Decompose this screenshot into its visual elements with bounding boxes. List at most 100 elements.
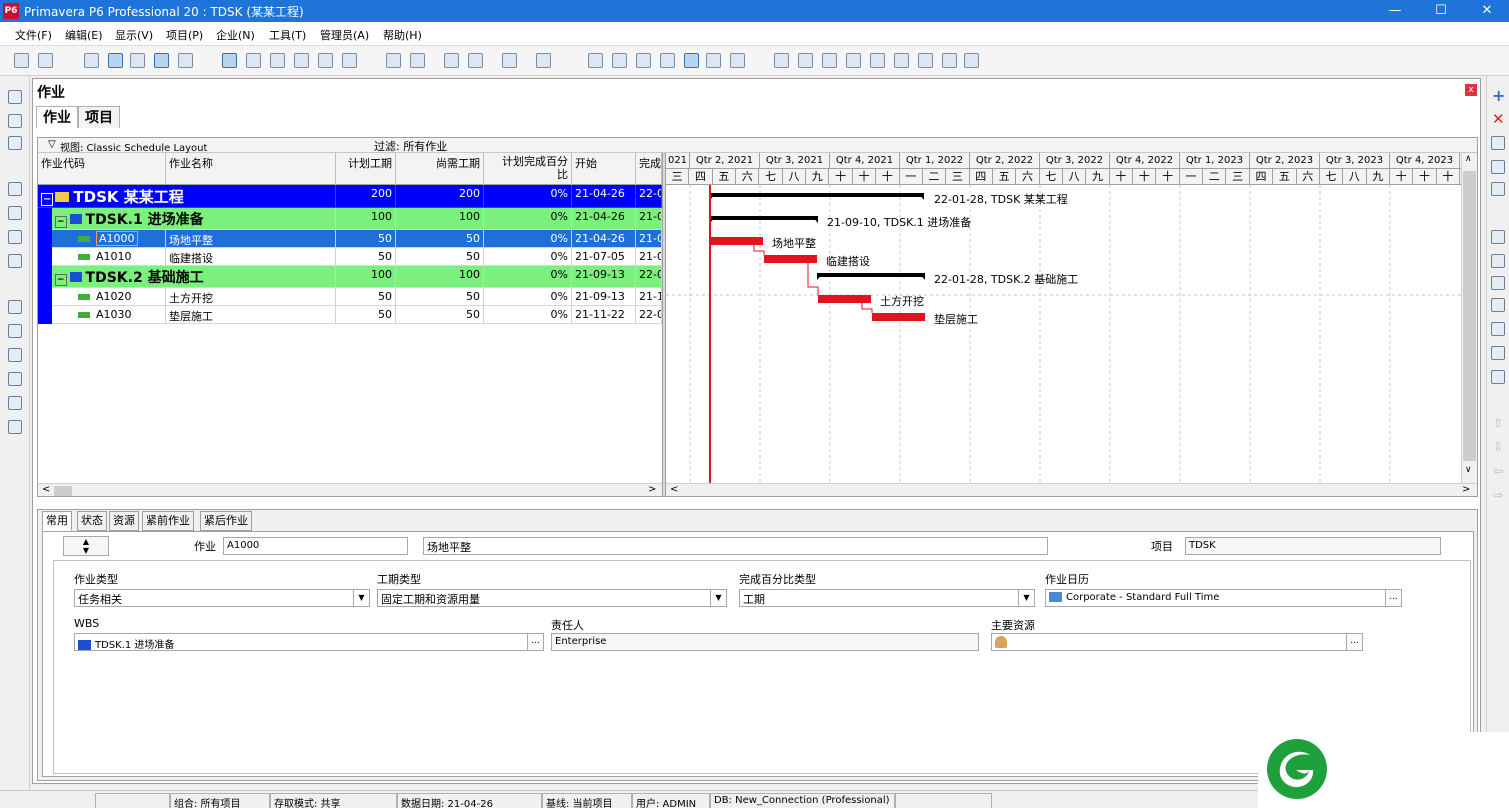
close-button[interactable]: ✕ <box>1464 0 1509 22</box>
calendar-icon[interactable] <box>8 396 22 410</box>
table-row-a1030[interactable]: A1030 垫层施工 50 50 0% 21-11-22 22-01 <box>38 306 662 324</box>
tab-projects[interactable]: 项目 <box>78 106 120 128</box>
assign-predecessor-icon[interactable] <box>1491 298 1505 312</box>
users-icon[interactable] <box>8 348 22 362</box>
col-planned-percent[interactable]: 计划完成百分比 <box>484 153 572 185</box>
eps-icon[interactable] <box>8 114 22 128</box>
help-icon[interactable] <box>964 53 979 68</box>
duration-type-select[interactable]: 固定工期和资源用量 ▼ <box>377 589 727 607</box>
maximize-button[interactable]: ☐ <box>1418 0 1464 22</box>
gantt-summary-wbs1[interactable] <box>710 216 818 223</box>
print-preview-icon[interactable] <box>38 53 53 68</box>
detail-tab-successors[interactable]: 紧后作业 <box>200 511 252 531</box>
tree-icon[interactable] <box>178 53 193 68</box>
col-planned-duration[interactable]: 计划工期 <box>336 153 396 185</box>
scroll-left-icon[interactable]: < <box>670 484 678 495</box>
col-activity-name[interactable]: 作业名称 <box>166 153 336 185</box>
scroll-down-icon[interactable]: ∨ <box>1465 465 1472 475</box>
assign-icon[interactable] <box>636 53 651 68</box>
resources-icon[interactable] <box>8 206 22 220</box>
expand-icon[interactable] <box>846 53 861 68</box>
menu-help[interactable]: 帮助(H) <box>383 27 422 43</box>
gantt-chart-icon[interactable] <box>108 53 123 68</box>
zoom-in-icon[interactable] <box>774 53 789 68</box>
assign-code-icon[interactable] <box>1491 276 1505 290</box>
gantt-chart[interactable]: 021 Qtr 2, 2021 Qtr 3, 2021 Qtr 4, 2021 Qtr … <box>666 153 1461 483</box>
bars-icon[interactable] <box>444 53 459 68</box>
collapse-toggle-icon[interactable]: − <box>55 274 67 286</box>
scroll-right-icon[interactable]: > <box>648 484 656 495</box>
issues-icon[interactable] <box>8 254 22 268</box>
view-chevron-icon[interactable]: ▽ <box>48 139 56 150</box>
split-view-icon[interactable] <box>894 53 909 68</box>
collapse-toggle-icon[interactable]: − <box>55 216 67 228</box>
ellipsis-button[interactable]: ... <box>527 634 543 650</box>
table-row-wbs1[interactable]: − TDSK.1 进场准备 100 100 0% 21-04-26 21-09 <box>38 208 662 230</box>
ellipsis-button[interactable]: ... <box>1346 634 1362 650</box>
col-activity-code[interactable]: 作业代码 <box>38 153 166 185</box>
panel-close-icon[interactable]: x <box>1465 84 1477 96</box>
level-resources-icon[interactable] <box>612 53 627 68</box>
activity-details-icon[interactable] <box>222 53 237 68</box>
move-down-icon[interactable]: ⇩ <box>1493 440 1503 454</box>
store-period-icon[interactable] <box>706 53 721 68</box>
dropdown-arrow-icon[interactable]: ▼ <box>353 590 369 606</box>
percent-type-select[interactable]: 工期 ▼ <box>739 589 1035 607</box>
redo-icon[interactable] <box>342 53 357 68</box>
table-row-wbs2[interactable]: − TDSK.2 基础施工 100 100 0% 21-09-13 22-01 <box>38 266 662 288</box>
menu-admin[interactable]: 管理员(A) <box>320 27 369 43</box>
col-remaining-duration[interactable]: 尚需工期 <box>396 153 484 185</box>
table-icon[interactable] <box>84 53 99 68</box>
calendar-input[interactable]: Corporate - Standard Full Time... <box>1045 589 1402 607</box>
projects-icon[interactable] <box>8 90 22 104</box>
scroll-thumb[interactable] <box>1463 171 1476 461</box>
detail-tab-predecessors[interactable]: 紧前作业 <box>142 511 194 531</box>
scroll-right-icon[interactable]: > <box>1462 484 1470 495</box>
gantt-summary-wbs2[interactable] <box>817 273 925 280</box>
gantt-summary-project[interactable] <box>710 193 924 200</box>
filter-icon[interactable] <box>468 53 483 68</box>
project-input[interactable]: TDSK <box>1185 537 1441 555</box>
delete-icon[interactable]: ✕ <box>1492 110 1505 128</box>
dropdown-arrow-icon[interactable]: ▼ <box>710 590 726 606</box>
menu-view[interactable]: 显示(V) <box>115 27 153 43</box>
print-icon[interactable] <box>14 53 29 68</box>
wbs-icon[interactable] <box>8 182 22 196</box>
move-right-icon[interactable]: ⇨ <box>1493 488 1503 502</box>
reports-icon[interactable] <box>8 230 22 244</box>
copy-icon[interactable] <box>1491 160 1505 174</box>
prev-next-stepper[interactable]: ▲ ▼ <box>63 536 109 556</box>
menu-tools[interactable]: 工具(T) <box>269 27 306 43</box>
schedule-icon[interactable] <box>588 53 603 68</box>
ellipsis-button[interactable]: ... <box>1385 590 1401 606</box>
filter-label[interactable]: 过滤: 所有作业 <box>374 138 447 154</box>
assignments-icon[interactable] <box>8 324 22 338</box>
resource-usage-icon[interactable] <box>246 53 261 68</box>
activity-name-input[interactable]: 场地平整 <box>423 537 1048 555</box>
comment-icon[interactable] <box>918 53 933 68</box>
trace-logic-icon[interactable] <box>294 53 309 68</box>
tab-activities[interactable]: 作业 <box>36 106 78 128</box>
tracking-icon[interactable] <box>8 136 22 150</box>
group-sort-icon[interactable] <box>386 53 401 68</box>
collapse-icon[interactable] <box>870 53 885 68</box>
view-label[interactable]: 视图: Classic Schedule Layout <box>60 139 207 154</box>
dropdown-arrow-icon[interactable]: ▼ <box>1018 590 1034 606</box>
paste-icon[interactable] <box>1491 182 1505 196</box>
gantt-bar-a1010[interactable] <box>764 255 817 263</box>
steps-icon[interactable] <box>1491 346 1505 360</box>
resource-profile-icon[interactable] <box>270 53 285 68</box>
minimize-button[interactable]: — <box>1372 0 1418 22</box>
table-row-a1020[interactable]: A1020 土方开挖 50 50 0% 21-09-13 21-11 <box>38 288 662 306</box>
grid-horizontal-scrollbar[interactable]: < > <box>38 483 662 496</box>
detail-tab-resources[interactable]: 资源 <box>109 511 139 531</box>
menu-file[interactable]: 文件(F) <box>15 27 52 43</box>
collapse-toggle-icon[interactable]: − <box>41 193 54 206</box>
activity-id-input[interactable]: A1000 <box>223 537 408 555</box>
layout-icon[interactable] <box>502 53 517 68</box>
gantt-bar-a1000[interactable] <box>710 237 763 245</box>
table-row-a1010[interactable]: A1010 临建搭设 50 50 0% 21-07-05 21-09 <box>38 248 662 266</box>
number-format-icon[interactable] <box>536 53 551 68</box>
activity-network-icon[interactable] <box>154 53 169 68</box>
columns-icon[interactable] <box>410 53 425 68</box>
